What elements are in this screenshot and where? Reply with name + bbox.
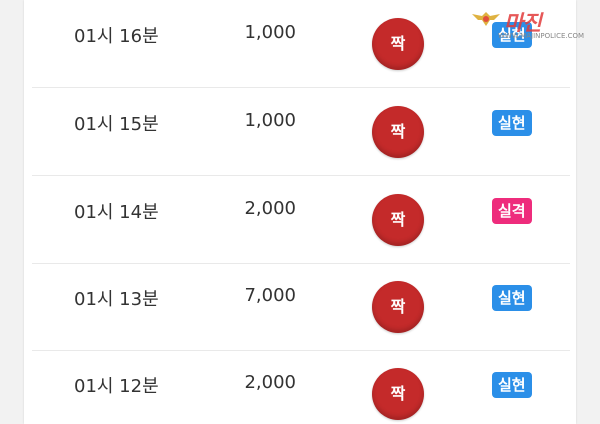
logo-url: WWW.MAJINPOLICE.COM (498, 32, 585, 40)
row-amount: 1,000 (244, 22, 296, 43)
row-amount: 1,000 (244, 110, 296, 131)
result-ball: 짝 (372, 194, 424, 246)
row-time: 01시 14분 (74, 202, 159, 223)
result-ball: 짝 (372, 106, 424, 158)
result-ball: 짝 (372, 18, 424, 70)
row-time: 01시 15분 (74, 114, 159, 135)
history-row[interactable]: 01시 13분 7,000 짝 실현 (32, 263, 570, 351)
history-row[interactable]: 01시 12분 2,000 짝 실현 (32, 350, 570, 424)
status-badge: 실격 (492, 198, 532, 224)
row-amount: 7,000 (244, 285, 296, 306)
result-ball: 짝 (372, 281, 424, 333)
history-row[interactable]: 01시 14분 2,000 짝 실격 (32, 176, 570, 264)
status-badge: 실현 (492, 285, 532, 311)
status-badge: 실현 (492, 110, 532, 136)
row-time: 01시 12분 (74, 376, 159, 397)
police-badge-icon (472, 12, 500, 26)
row-time: 01시 13분 (74, 289, 159, 310)
result-ball: 짝 (372, 368, 424, 420)
watermark-logo: 마진 WWW.MAJINPOLICE.COM (470, 4, 594, 44)
row-amount: 2,000 (244, 372, 296, 393)
row-amount: 2,000 (244, 198, 296, 219)
row-time: 01시 16분 (74, 26, 159, 47)
history-row[interactable]: 01시 15분 1,000 짝 실현 (32, 88, 570, 176)
status-badge: 실현 (492, 372, 532, 398)
history-list: 01시 16분 1,000 짝 실현 01시 15분 1,000 짝 실현 01… (24, 0, 576, 424)
